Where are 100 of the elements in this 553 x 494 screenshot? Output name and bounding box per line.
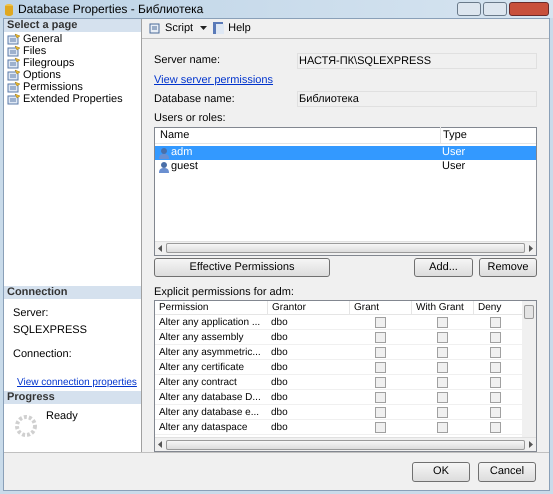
permission-cell-text: Alter any assembly	[158, 330, 244, 344]
right-arrow-icon[interactable]	[528, 441, 533, 448]
checkbox[interactable]	[490, 332, 500, 342]
checkbox[interactable]	[374, 362, 386, 372]
right-arrow-icon[interactable]	[528, 244, 533, 252]
user-icon	[158, 160, 170, 172]
scroll-document-icon	[148, 22, 162, 35]
left-arrow-icon[interactable]	[158, 244, 163, 252]
help-button[interactable]: Help	[213, 20, 251, 36]
left-arrow-icon[interactable]	[158, 441, 163, 448]
permission-cell-text: Alter any application ...	[158, 316, 262, 330]
checkbox[interactable]	[374, 406, 386, 418]
page-icon	[7, 93, 21, 105]
help-book-icon	[213, 21, 226, 36]
checkbox[interactable]	[436, 332, 448, 342]
permission-cell-text: Alter any asymmetric...	[158, 346, 262, 360]
user-name: adm	[171, 145, 192, 160]
database-name-field: Библиотека	[297, 91, 537, 107]
user-icon	[158, 146, 170, 158]
section-header: Select a page	[4, 19, 141, 32]
column-header: Deny	[473, 301, 517, 314]
checkbox[interactable]	[374, 422, 386, 432]
column-header: Grant	[349, 301, 411, 314]
permission-cell-text: Alter any database e...	[158, 406, 260, 420]
checkbox[interactable]	[436, 422, 448, 432]
grantor-cell-text: dbo	[270, 420, 289, 434]
checkbox[interactable]	[374, 332, 386, 342]
checkbox[interactable]	[490, 376, 500, 388]
horizontal-scrollbar[interactable]	[155, 240, 536, 254]
dropdown-caret-icon	[200, 26, 208, 30]
connection-properties-link[interactable]: View connection properties	[17, 374, 137, 390]
page-icon	[7, 57, 21, 69]
user-type: User	[441, 145, 466, 160]
checkbox[interactable]	[374, 376, 386, 388]
server-label: Server:	[13, 306, 50, 321]
ok-button[interactable]: OK	[412, 462, 470, 482]
column-header: Permission	[158, 301, 210, 314]
page-icon	[7, 45, 21, 57]
database-icon	[4, 2, 14, 16]
database-name-label: Database name:	[154, 92, 236, 107]
spinner-icon	[14, 414, 38, 438]
server-name-label: Server name:	[154, 53, 222, 68]
vertical-scrollbar[interactable]	[522, 301, 536, 437]
checkbox[interactable]	[490, 316, 500, 328]
add-button[interactable]: Add...	[414, 258, 473, 276]
window-title: Database Properties - Библиотека	[18, 1, 204, 18]
column-header: Type	[440, 126, 536, 144]
grantor-cell-text: dbo	[270, 376, 289, 390]
checkbox[interactable]	[490, 346, 500, 358]
horizontal-scrollbar[interactable]	[155, 437, 536, 451]
checkbox[interactable]	[436, 316, 448, 328]
permission-cell-text: Alter any database D...	[158, 390, 262, 404]
checkbox[interactable]	[374, 392, 386, 402]
checkbox[interactable]	[374, 316, 386, 328]
grantor-cell-text: dbo	[270, 360, 289, 374]
checkbox[interactable]	[490, 422, 500, 432]
checkbox[interactable]	[436, 362, 448, 372]
server-permissions-link[interactable]: View server permissions	[154, 72, 274, 88]
users-label: Users or roles:	[154, 111, 227, 126]
checkbox[interactable]	[490, 406, 500, 418]
checkbox[interactable]	[436, 376, 448, 388]
grantor-cell-text: dbo	[270, 330, 289, 344]
remove-button[interactable]: Remove	[479, 258, 537, 276]
checkbox[interactable]	[374, 346, 386, 358]
connection-label: Connection:	[13, 347, 73, 362]
grantor-cell-text: dbo	[270, 316, 289, 330]
page-item[interactable]: Filegroups	[23, 57, 74, 69]
checkbox[interactable]	[490, 392, 500, 402]
server-name-field: НАСТЯ-ПК\SQLEXPRESS	[297, 52, 537, 68]
server-value: SQLEXPRESS	[13, 322, 88, 338]
column-header: Grantor	[267, 301, 349, 314]
user-row[interactable]: guest User	[155, 160, 536, 174]
page-icon	[7, 33, 21, 45]
column-header: Name	[159, 128, 190, 143]
close-button[interactable]	[509, 2, 549, 16]
explicit-permissions-label: Explicit permissions for adm:	[154, 284, 295, 300]
page-item[interactable]: General	[23, 33, 62, 45]
cancel-button[interactable]: Cancel	[478, 462, 536, 482]
progress-status: Ready	[46, 409, 78, 424]
minimize-button[interactable]	[457, 2, 481, 16]
effective-permissions-button[interactable]: Effective Permissions	[154, 258, 330, 276]
section-header: Connection	[4, 286, 141, 299]
page-item[interactable]: Permissions	[23, 81, 83, 93]
page-item[interactable]: Options	[23, 69, 61, 81]
checkbox[interactable]	[436, 406, 448, 418]
maximize-button[interactable]	[483, 2, 507, 16]
user-name: guest	[171, 159, 198, 174]
page-icon	[7, 69, 21, 81]
checkbox[interactable]	[436, 346, 448, 358]
script-button[interactable]: Script	[148, 20, 208, 36]
page-item[interactable]: Extended Properties	[23, 93, 123, 105]
checkbox[interactable]	[490, 362, 500, 372]
page-item[interactable]: Files	[23, 45, 46, 57]
checkbox[interactable]	[436, 392, 448, 402]
permission-cell-text: Alter any dataspace	[158, 420, 248, 434]
user-type: User	[441, 159, 466, 174]
grantor-cell-text: dbo	[270, 346, 289, 360]
section-header: Progress	[4, 391, 141, 404]
column-header: With Grant	[411, 301, 473, 314]
page-icon	[7, 81, 21, 93]
